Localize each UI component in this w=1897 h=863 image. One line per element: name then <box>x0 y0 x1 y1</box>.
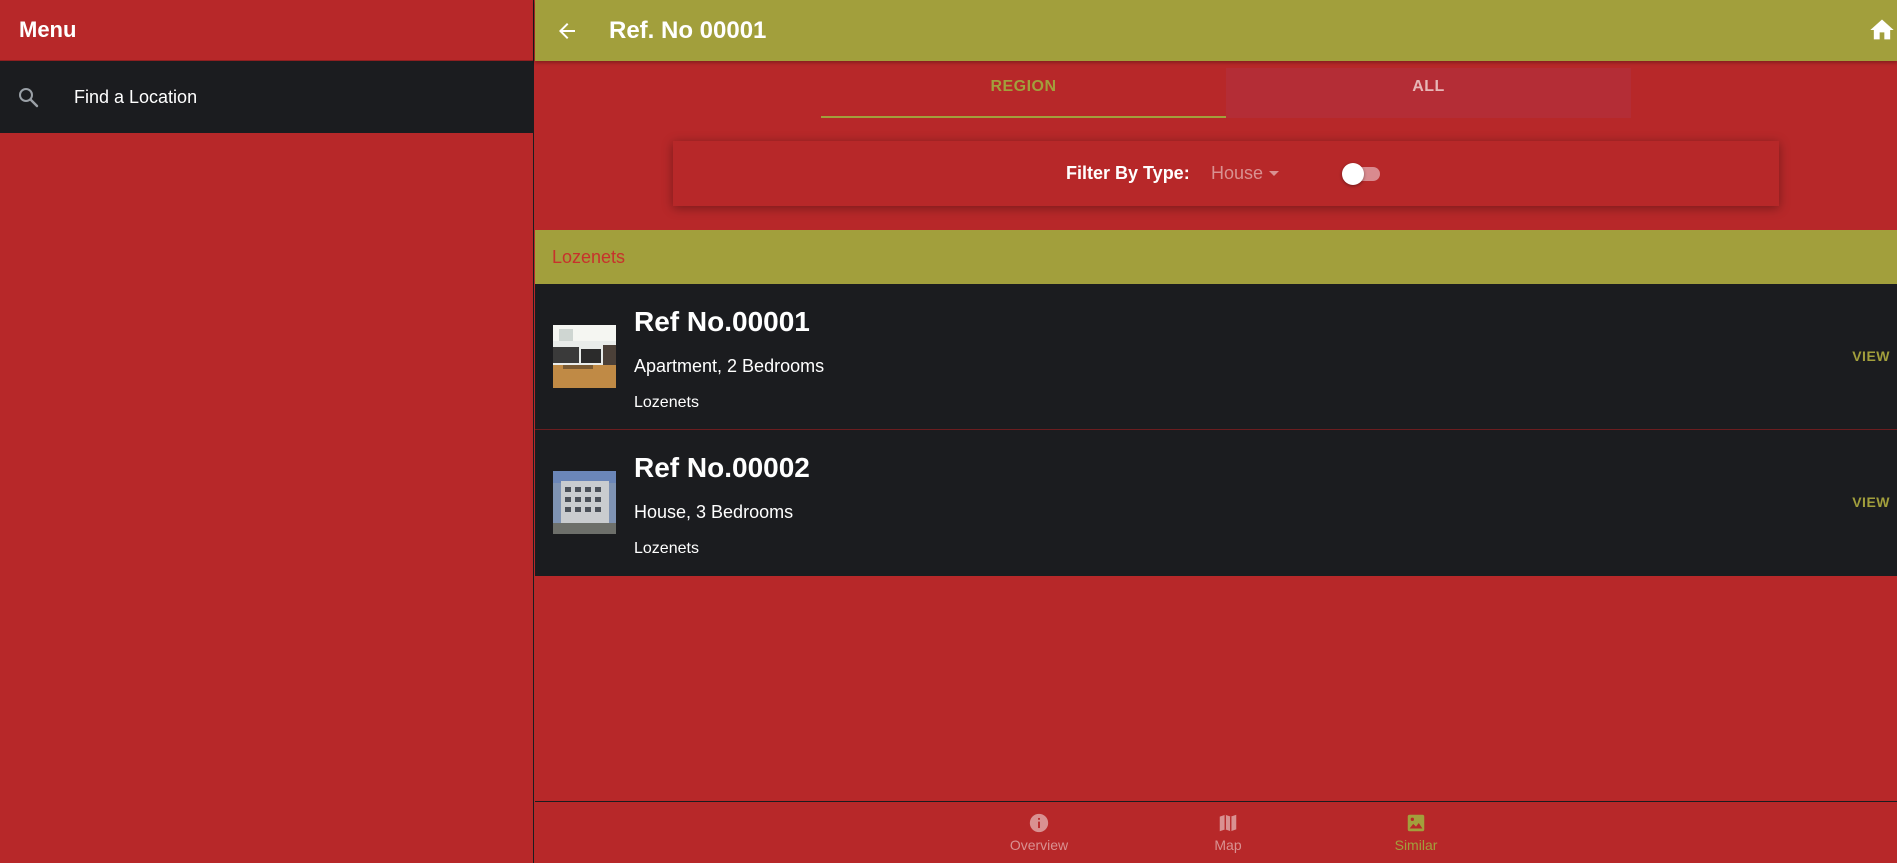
list-item[interactable]: Ref No.00001 Apartment, 2 Bedrooms Lozen… <box>535 284 1897 430</box>
listing-title: Ref No.00001 <box>634 306 810 337</box>
main-panel: Ref. No 00001 REGION ALL Filter By Type:… <box>535 0 1897 863</box>
image-icon <box>1407 814 1425 832</box>
info-icon <box>1029 813 1049 833</box>
nav-map-label: Map <box>1214 837 1242 853</box>
find-location-item[interactable]: Find a Location <box>0 61 533 133</box>
find-location-label: Find a Location <box>74 86 198 107</box>
filter-card: Filter By Type: House <box>673 141 1779 206</box>
nav-overview-label: Overview <box>1009 837 1069 853</box>
filter-label: Filter By Type: <box>1066 163 1190 183</box>
view-button[interactable]: VIEW <box>1852 494 1890 510</box>
listing-subtitle: Apartment, 2 Bedrooms <box>634 356 825 376</box>
bottom-navigation: Overview Map Similar <box>535 801 1897 863</box>
region-group-header: Lozenets <box>535 230 1897 284</box>
side-menu: Menu Find a Location <box>0 0 534 863</box>
list-item[interactable]: Ref No.00002 House, 3 Bedrooms Lozenets … <box>535 430 1897 576</box>
top-toolbar: Ref. No 00001 <box>535 0 1897 61</box>
listing-location: Lozenets <box>634 540 699 557</box>
side-menu-title: Menu <box>19 17 77 42</box>
type-dropdown-value: House <box>1211 163 1264 183</box>
arrow-left-icon[interactable] <box>555 19 579 43</box>
search-icon <box>19 88 39 108</box>
tab-region[interactable]: REGION <box>821 68 1226 118</box>
map-icon <box>1219 814 1237 832</box>
view-button[interactable]: VIEW <box>1852 348 1890 364</box>
listing-subtitle: House, 3 Bedrooms <box>634 502 794 522</box>
filter-toggle[interactable] <box>1342 161 1382 185</box>
listing-thumbnail <box>553 325 616 388</box>
nav-map[interactable]: Map <box>1178 812 1278 853</box>
nav-similar[interactable]: Similar <box>1366 812 1466 853</box>
listing-list: Ref No.00001 Apartment, 2 Bedrooms Lozen… <box>535 284 1897 576</box>
side-menu-header: Menu <box>0 0 533 61</box>
listing-location: Lozenets <box>634 394 699 411</box>
tab-bar: REGION ALL <box>821 68 1631 118</box>
toggle-thumb <box>1342 163 1364 185</box>
tab-all[interactable]: ALL <box>1226 68 1631 118</box>
chevron-down-icon <box>1269 170 1280 176</box>
listing-thumbnail <box>553 471 616 534</box>
nav-overview[interactable]: Overview <box>989 812 1089 853</box>
listing-title: Ref No.00002 <box>634 452 810 483</box>
type-dropdown[interactable]: House <box>1211 163 1280 184</box>
page-title: Ref. No 00001 <box>609 16 767 44</box>
home-icon[interactable] <box>1867 16 1897 44</box>
nav-similar-label: Similar <box>1394 837 1438 853</box>
